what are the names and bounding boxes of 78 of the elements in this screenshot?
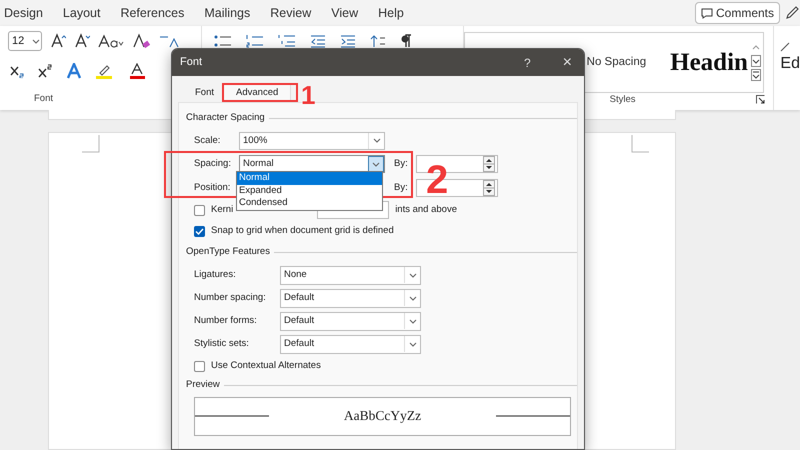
checkbox-label: Use Contextual Alternates (211, 358, 321, 373)
menu-item[interactable]: Design (4, 4, 43, 22)
spin-arrows-icon (483, 180, 495, 196)
dialog-launcher-icon[interactable] (756, 95, 766, 104)
menu-item[interactable]: Review (270, 4, 312, 22)
field-label: Spacing: (193, 157, 232, 172)
font-size-field[interactable]: 12 (8, 31, 42, 51)
superscript-icon[interactable] (38, 64, 52, 78)
scroll-down-icon[interactable] (750, 55, 761, 68)
clear-formatting-icon[interactable] (132, 33, 150, 49)
help-button[interactable]: ? (524, 54, 531, 72)
corner-mark (631, 135, 649, 153)
step-number: 2 (426, 160, 448, 200)
group-label: Styles (610, 92, 636, 107)
pencil-icon[interactable] (784, 5, 800, 21)
menu-item[interactable]: References (120, 4, 184, 22)
pilcrow-icon[interactable] (400, 34, 412, 48)
caret-icon (408, 270, 418, 280)
section-title: Character Spacing (186, 110, 265, 125)
menu-item[interactable]: Layout (62, 4, 100, 22)
section-title: OpenType Features (186, 245, 270, 260)
dropdown-option[interactable]: Expanded (237, 184, 382, 197)
sort-icon[interactable] (370, 34, 386, 48)
checkbox[interactable] (194, 360, 205, 372)
caret-icon (372, 136, 382, 146)
caret-icon (31, 36, 41, 46)
editing-label[interactable]: Ed (780, 52, 800, 76)
spin-arrows-icon (483, 156, 495, 172)
checkbox[interactable] (194, 226, 205, 236)
checkbox-label: Kerni (211, 202, 234, 217)
style-option[interactable]: Headin (670, 44, 748, 82)
checkbox[interactable] (194, 204, 205, 216)
dropdown-option[interactable]: Normal (237, 172, 382, 184)
style-option[interactable]: No Spacing (586, 54, 646, 71)
tab[interactable]: Font (186, 82, 224, 102)
field-label: Stylistic sets: (193, 336, 250, 351)
section-title: Preview (186, 378, 220, 392)
change-case-icon[interactable] (98, 33, 124, 49)
dropdown-field[interactable]: Default (280, 334, 421, 354)
close-button[interactable]: × (560, 54, 574, 70)
subscript-icon[interactable] (10, 64, 24, 78)
caret-icon (408, 294, 418, 302)
dropdown-field[interactable]: 100% (239, 132, 385, 150)
preview-sample: AaBbCcYyZz (344, 406, 422, 425)
menu-item[interactable]: Mailings (204, 4, 250, 22)
text-effects-icon[interactable] (66, 63, 82, 79)
dropdown-field[interactable]: Default (280, 288, 421, 308)
dropdown-option[interactable]: Condensed (237, 197, 382, 210)
more-styles-icon[interactable] (750, 69, 761, 82)
comments-button[interactable]: Comments (694, 2, 780, 24)
caret-icon (408, 316, 418, 326)
increase-indent-icon[interactable] (340, 34, 356, 48)
grow-font-icon[interactable] (50, 33, 66, 49)
field-label: By: (394, 180, 409, 195)
editing-icon (780, 42, 790, 52)
decrease-indent-icon[interactable] (310, 34, 326, 48)
bullets-icon[interactable] (214, 34, 232, 48)
shrink-font-icon[interactable] (74, 33, 90, 49)
step-number: 1 (301, 82, 316, 108)
corner-mark (82, 135, 100, 153)
checkbox-label: Snap to grid when document grid is defined (211, 224, 394, 238)
multilevel-list-icon[interactable] (278, 34, 296, 48)
caret-icon (371, 160, 381, 169)
field-label: Number spacing: (193, 290, 267, 305)
field-label: ints and above (395, 202, 457, 217)
window-title: Font (180, 55, 202, 70)
numbering-icon[interactable] (246, 34, 264, 48)
field-label: Scale: (193, 134, 222, 148)
field-label: By: (394, 157, 409, 172)
comment-icon (700, 8, 713, 18)
dropdown-field[interactable]: None (280, 266, 421, 284)
field-label: Ligatures: (193, 268, 237, 282)
menu-item[interactable]: View (331, 4, 358, 22)
menu-item[interactable]: Help (378, 4, 404, 22)
dropdown-field[interactable]: Default (280, 312, 421, 330)
field-label: Number forms: (193, 314, 258, 328)
field-label: Position: (193, 180, 232, 195)
caret-icon (408, 340, 418, 348)
